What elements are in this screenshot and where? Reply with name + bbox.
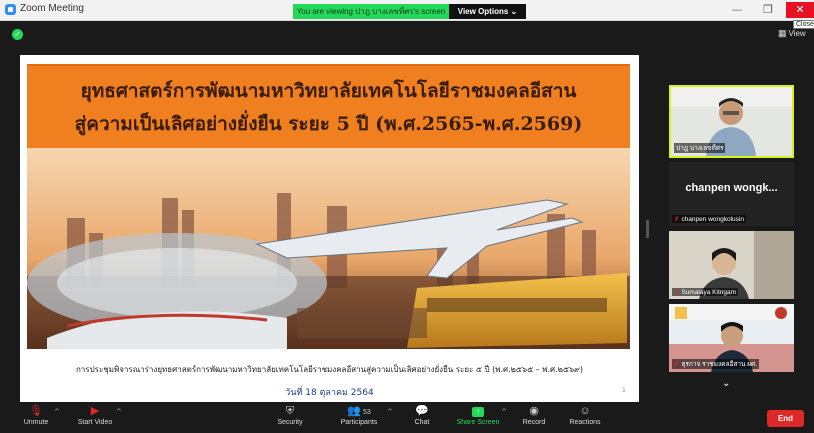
gallery-view-button[interactable]: ▦ View xyxy=(778,28,806,39)
view-label: View xyxy=(788,29,806,38)
grid-icon: ▦ xyxy=(778,28,787,38)
participant-tile-active-speaker[interactable]: ปาฎ บางเลขที่ศร xyxy=(669,85,794,158)
transport-city-photo xyxy=(27,148,630,349)
restore-button[interactable]: ❐ xyxy=(758,2,778,18)
unmute-button[interactable]: 🎙 Unmute xyxy=(18,402,54,433)
video-off-icon: ▶ xyxy=(90,405,100,417)
record-button[interactable]: ◉ Record xyxy=(519,402,549,433)
slide-title-line2: สู่ความเป็นเลิศอย่างยั่งยืน ระยะ 5 ปี (พ… xyxy=(74,113,583,135)
participant-display-name: chanpen wongk... xyxy=(685,182,778,194)
window-title: Zoom Meeting xyxy=(20,3,84,14)
close-tooltip: Close xyxy=(793,20,814,29)
chat-bubble-icon: 💬 xyxy=(415,405,429,417)
meeting-toolbar: 🎙 Unmute ^ ▶ Start Video ^ ⛨ Security 👥 5… xyxy=(0,402,814,433)
participant-tile[interactable]: ✗ ธุรกาจ ราชมงคลอีสาน ผศ. xyxy=(669,304,794,372)
shared-screen-slide: ยุทธศาสตร์การพัฒนามหาวิทยาลัยเทคโนโลยีรา… xyxy=(20,55,639,402)
record-icon: ◉ xyxy=(529,405,539,417)
slide-title-line1: ยุทธศาสตร์การพัฒนามหาวิทยาลัยเทคโนโลยีรา… xyxy=(80,80,577,102)
participant-tile[interactable]: ✗ Sumalaya Kitngam xyxy=(669,231,794,299)
minimize-button[interactable]: — xyxy=(727,2,747,18)
view-options-button[interactable]: View Options ⌄ xyxy=(449,4,526,19)
participant-name: ✗ chanpen wongkolusin xyxy=(672,215,746,223)
participant-tile[interactable]: chanpen wongk... ✗ chanpen wongkolusin xyxy=(669,162,794,226)
muted-mic-icon: ✗ xyxy=(674,361,680,368)
participant-name: ✗ Sumalaya Kitngam xyxy=(672,288,739,296)
share-options-caret-icon[interactable]: ^ xyxy=(501,408,507,416)
chat-button[interactable]: 💬 Chat xyxy=(410,402,434,433)
zoom-app-icon xyxy=(5,4,16,15)
start-video-button[interactable]: ▶ Start Video xyxy=(74,402,116,433)
slide-title-banner: ยุทธศาสตร์การพัฒนามหาวิทยาลัยเทคโนโลยีรา… xyxy=(27,64,630,150)
participants-caret-icon[interactable]: ^ xyxy=(387,408,393,416)
participants-count: 53 xyxy=(362,409,371,416)
window-titlebar: Zoom Meeting You are viewing ปาฎ บางเลขท… xyxy=(0,0,814,21)
muted-mic-icon: ✗ xyxy=(674,216,680,223)
viewing-screen-banner: You are viewing ปาฎ บางเลขที่ศร's screen xyxy=(293,4,449,19)
slide-page-number: 1 xyxy=(622,387,626,394)
chevron-down-icon[interactable]: ⌄ xyxy=(722,378,730,389)
security-button[interactable]: ⛨ Security xyxy=(273,402,307,433)
smiley-icon: ☺ xyxy=(579,405,591,417)
participant-name: ✗ ธุรกาจ ราชมงคลอีสาน ผศ. xyxy=(672,359,759,369)
slide-date: วันที่ 18 ตุลาคม 2564 xyxy=(285,388,374,398)
share-screen-button[interactable]: ↑ Share Screen xyxy=(455,402,501,433)
slide-caption: การประชุมพิจารณาร่างยุทธศาสตร์การพัฒนามห… xyxy=(75,365,584,374)
video-options-caret-icon[interactable]: ^ xyxy=(116,408,122,416)
audio-options-caret-icon[interactable]: ^ xyxy=(54,408,60,416)
participants-button[interactable]: 👥 53 Participants xyxy=(333,402,385,433)
end-meeting-button[interactable]: End xyxy=(767,410,804,427)
muted-mic-icon: 🎙 xyxy=(29,405,43,417)
close-button[interactable]: ✕ xyxy=(786,2,814,18)
encryption-shield-icon[interactable]: ✓ xyxy=(12,29,23,40)
panel-resize-handle[interactable] xyxy=(646,220,649,238)
muted-mic-icon: ✗ xyxy=(674,289,680,296)
participant-name: ปาฎ บางเลขที่ศร xyxy=(674,143,726,153)
reactions-button[interactable]: ☺ Reactions xyxy=(567,402,603,433)
share-screen-icon: ↑ xyxy=(472,407,484,417)
shield-icon: ⛨ xyxy=(285,405,295,417)
people-icon: 👥 xyxy=(347,405,361,417)
